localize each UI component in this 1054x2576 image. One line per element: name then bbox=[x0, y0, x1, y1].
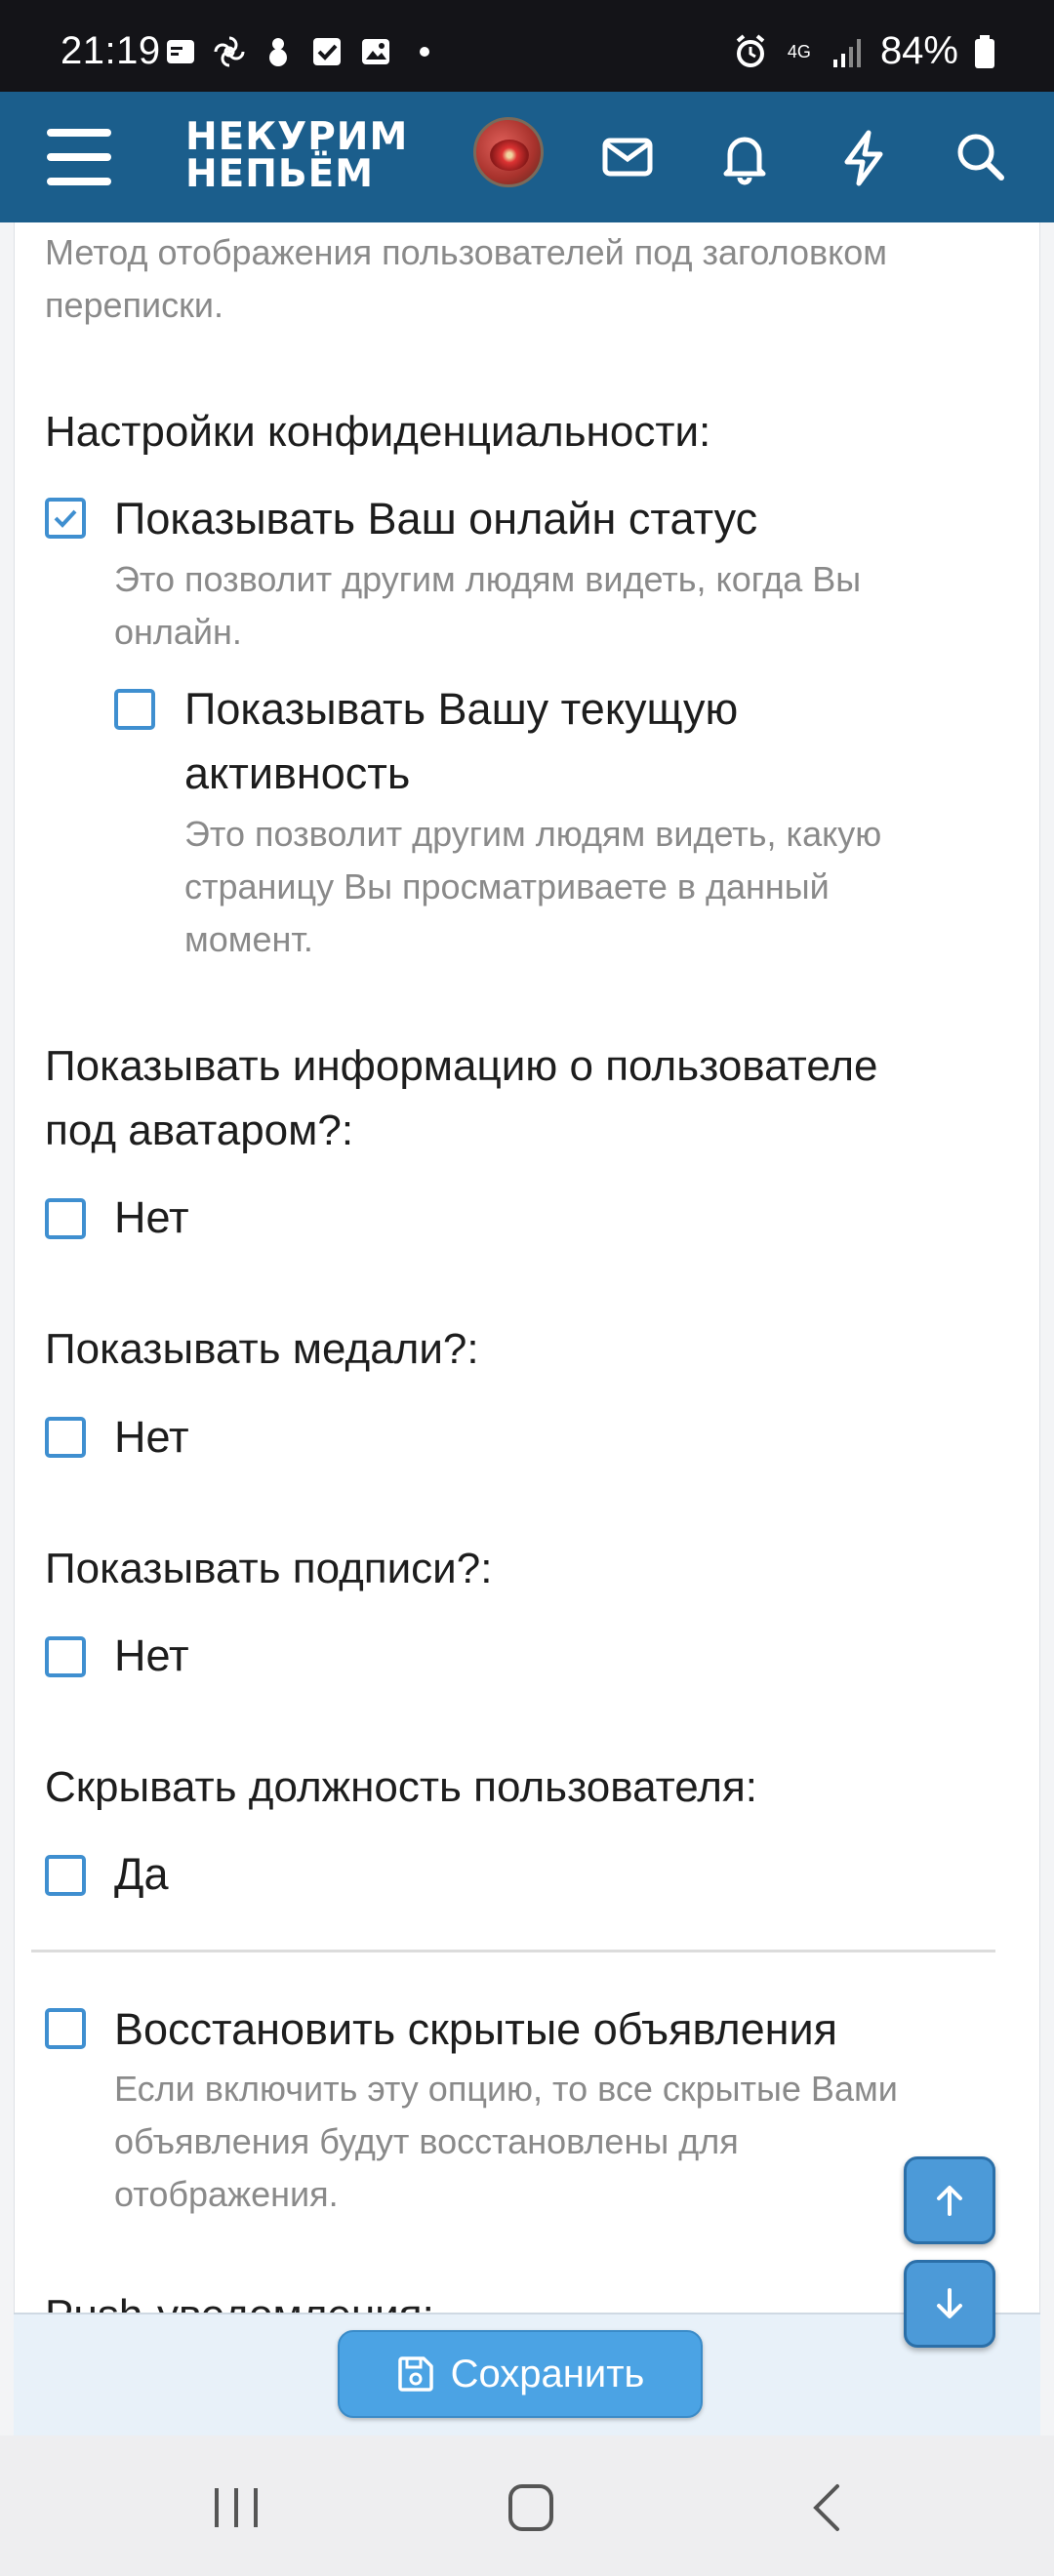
battery-icon bbox=[975, 34, 994, 68]
scroll-top-button[interactable] bbox=[904, 2156, 995, 2244]
activity-hint-1: Это позволит другим людям видеть, какую bbox=[184, 814, 882, 854]
home-icon[interactable] bbox=[502, 2482, 560, 2533]
dot-icon bbox=[420, 47, 429, 57]
save-button-label: Сохранить bbox=[450, 2352, 645, 2395]
status-time: 21:19 bbox=[61, 29, 161, 72]
privacy-heading: Настройки конфиденциальности: bbox=[45, 408, 711, 456]
activity-hint-2: страницу Вы просматриваете в данный bbox=[184, 866, 830, 906]
restore-notices-checkbox[interactable] bbox=[45, 2008, 86, 2049]
restore-notices-hint-1: Если включить эту опцию, то все скрытые … bbox=[114, 2069, 898, 2109]
restore-notices-hint-2: объявления будут восстановлены для bbox=[114, 2121, 739, 2161]
hide-title-checkbox[interactable] bbox=[45, 1855, 86, 1896]
checkbox-notification-icon bbox=[313, 38, 341, 65]
section-divider bbox=[31, 1950, 995, 1952]
logo-line-1: НЕКУРИМ bbox=[185, 115, 409, 159]
calendar-notification-icon bbox=[167, 40, 194, 63]
system-nav-bar bbox=[0, 2435, 1054, 2576]
intro-hint: Метод отображения пользователей под заго… bbox=[45, 232, 888, 325]
restore-notices-label[interactable]: Восстановить скрытые объявления bbox=[114, 1997, 837, 2062]
hide-title-heading: Скрывать должность пользователя: bbox=[45, 1763, 758, 1811]
online-status-hint-1: Это позволит другим людям видеть, когда … bbox=[114, 559, 862, 599]
inbox-icon[interactable] bbox=[595, 125, 660, 189]
push-notifications-heading: Push-уведомления: bbox=[45, 2283, 434, 2313]
lightning-icon[interactable] bbox=[831, 125, 896, 189]
status-right: 4G 84% bbox=[732, 29, 995, 73]
medals-heading: Показывать медали?: bbox=[45, 1325, 479, 1373]
medals-option[interactable]: Нет bbox=[114, 1405, 189, 1469]
gallery-icon bbox=[362, 39, 389, 64]
logo-line-2: НЕПЬЁМ bbox=[185, 152, 375, 196]
save-button[interactable]: Сохранить bbox=[338, 2330, 703, 2418]
activity-hint-3: момент. bbox=[184, 919, 313, 959]
online-status-label[interactable]: Показывать Ваш онлайн статус bbox=[114, 487, 757, 551]
online-status-hint-2: онлайн. bbox=[114, 612, 242, 652]
back-icon[interactable] bbox=[798, 2482, 857, 2533]
notification-icons bbox=[164, 35, 441, 68]
avatar-info-option[interactable]: Нет bbox=[114, 1186, 189, 1250]
signatures-checkbox[interactable] bbox=[45, 1636, 86, 1677]
avatar-info-heading-2: под аватаром?: bbox=[45, 1107, 354, 1154]
snowman-icon bbox=[269, 38, 287, 66]
activity-label-1[interactable]: Показывать Вашу текущую bbox=[184, 677, 738, 742]
scroll-bottom-button[interactable] bbox=[904, 2260, 995, 2348]
hide-title-option[interactable]: Да bbox=[114, 1842, 169, 1907]
user-avatar[interactable] bbox=[473, 117, 544, 187]
alarm-icon bbox=[736, 33, 765, 67]
bell-icon[interactable] bbox=[712, 125, 777, 189]
app-header: НЕКУРИМ НЕПЬЁМ bbox=[0, 92, 1054, 222]
checkmark-icon bbox=[54, 509, 77, 528]
pinwheel-icon bbox=[214, 36, 245, 67]
online-status-checkbox[interactable] bbox=[45, 498, 86, 539]
site-logo[interactable]: НЕКУРИМ НЕПЬЁМ bbox=[185, 115, 409, 196]
arrow-down-icon bbox=[937, 2288, 962, 2318]
recent-apps-icon[interactable] bbox=[207, 2482, 265, 2533]
menu-button[interactable] bbox=[47, 129, 111, 185]
activity-checkbox[interactable] bbox=[114, 689, 155, 730]
network-type: 4G bbox=[787, 41, 811, 61]
arrow-up-icon bbox=[937, 2186, 962, 2216]
avatar-info-heading-1: Показывать информацию о пользователе bbox=[45, 1042, 878, 1090]
status-bar: 21:19 4G 84% bbox=[0, 0, 1054, 92]
restore-notices-hint-3: отображения. bbox=[114, 2174, 339, 2214]
floppy-disk-icon bbox=[397, 2356, 433, 2392]
signal-icon bbox=[832, 38, 861, 67]
battery-percent: 84% bbox=[879, 29, 958, 72]
signatures-heading: Показывать подписи?: bbox=[45, 1545, 493, 1592]
activity-label-2[interactable]: активность bbox=[184, 742, 410, 806]
signatures-option[interactable]: Нет bbox=[114, 1624, 189, 1688]
avatar-info-checkbox[interactable] bbox=[45, 1198, 86, 1239]
search-icon[interactable] bbox=[949, 125, 1013, 189]
medals-checkbox[interactable] bbox=[45, 1417, 86, 1458]
